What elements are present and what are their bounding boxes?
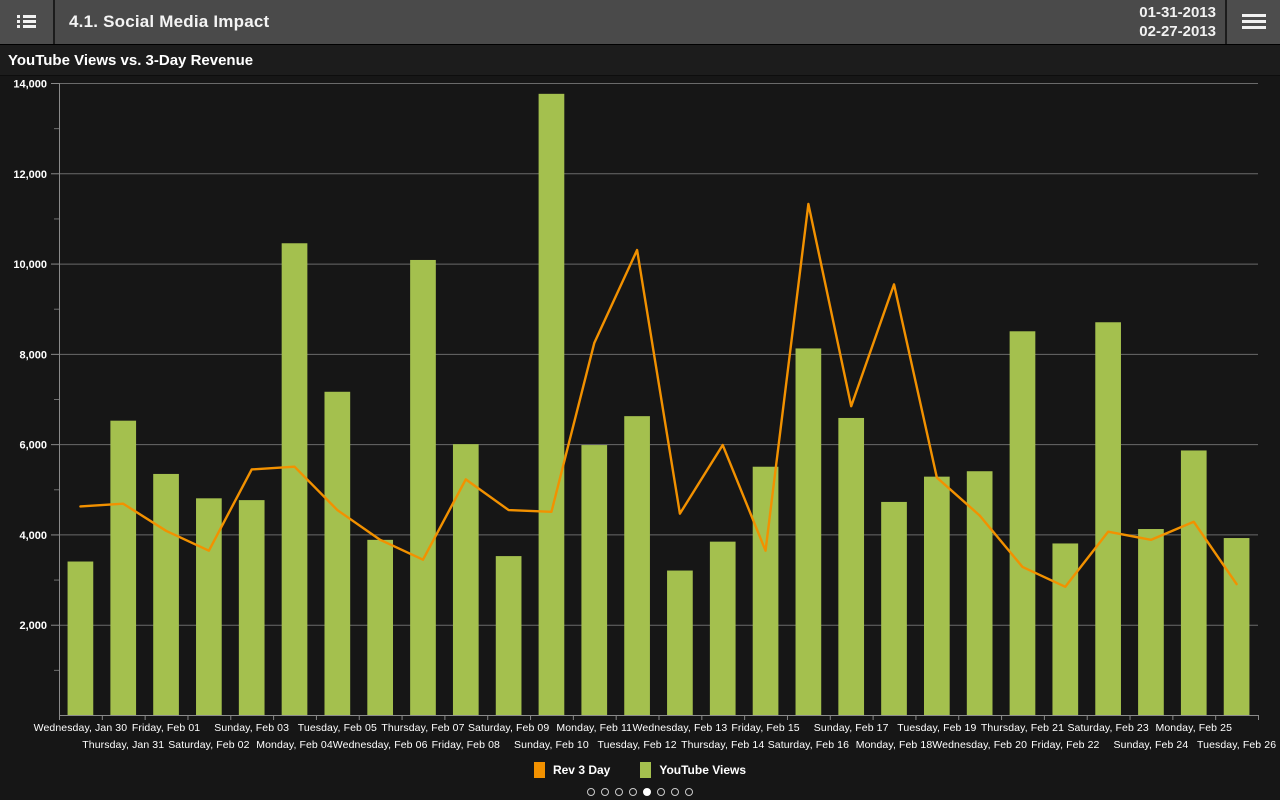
x-axis-label: Saturday, Feb 23 <box>1067 722 1149 734</box>
page-dot[interactable] <box>587 788 595 796</box>
page-title: 4.1. Social Media Impact <box>69 12 270 31</box>
page-dot[interactable] <box>643 788 651 796</box>
x-axis-label: Tuesday, Feb 05 <box>297 722 377 734</box>
x-axis-label: Monday, Feb 18 <box>855 739 933 751</box>
date-range-start: 01-31-2013 <box>1139 4 1216 21</box>
chart-legend: Rev 3 Day YouTube Views <box>0 760 1280 780</box>
bar[interactable] <box>1138 529 1164 715</box>
top-bar: 4.1. Social Media Impact 01-31-2013 02-2… <box>0 0 1280 45</box>
bar[interactable] <box>795 348 822 715</box>
chart-title: YouTube Views vs. 3-Day Revenue <box>0 45 1280 76</box>
x-axis-label: Tuesday, Feb 12 <box>597 739 677 751</box>
chart-svg: 2,000 4,000 6,000 8,000 10,000 12,000 14,000 <box>13 79 1259 720</box>
y-axis-tick-label: 10,000 <box>13 259 47 271</box>
x-axis-label: Wednesday, Feb 06 <box>332 739 428 751</box>
bar[interactable] <box>281 243 308 715</box>
bar[interactable] <box>923 476 950 715</box>
page-dot[interactable] <box>629 788 637 796</box>
y-axis-tick-label: 2,000 <box>19 620 47 632</box>
bar[interactable] <box>1180 450 1207 715</box>
bar[interactable] <box>838 417 865 715</box>
page-dot[interactable] <box>685 788 693 796</box>
green-square-icon <box>640 762 652 778</box>
x-axis-label: Monday, Feb 04 <box>256 739 333 751</box>
bar[interactable] <box>581 445 608 715</box>
x-axis-label: Saturday, Feb 09 <box>467 722 550 734</box>
x-axis-label: Thursday, Feb 07 <box>381 722 465 734</box>
x-axis-label: Thursday, Feb 21 <box>980 722 1065 734</box>
bar[interactable] <box>196 498 222 715</box>
bar[interactable] <box>1009 331 1036 715</box>
hamburger-icon <box>1241 14 1266 30</box>
date-range[interactable]: 01-31-2013 02-27-2013 <box>1139 0 1227 44</box>
page-indicator[interactable] <box>0 784 1280 800</box>
x-axis-label: Sunday, Feb 10 <box>514 739 589 751</box>
bar[interactable] <box>1052 543 1079 715</box>
bar[interactable] <box>1095 322 1121 715</box>
x-axis-label: Saturday, Feb 02 <box>168 739 250 751</box>
bar[interactable] <box>67 561 94 715</box>
x-axis-label: Wednesday, Feb 13 <box>632 722 728 734</box>
options-button[interactable] <box>1227 0 1280 44</box>
x-axis-label: Friday, Feb 08 <box>431 739 500 751</box>
app-root: 4.1. Social Media Impact 01-31-2013 02-2… <box>0 0 1280 800</box>
bar[interactable] <box>110 420 137 715</box>
bar[interactable] <box>1223 538 1250 715</box>
x-axis-label: Thursday, Feb 14 <box>681 739 765 751</box>
y-axis-tick-label: 8,000 <box>19 349 47 361</box>
x-axis-label: Monday, Feb 25 <box>1155 722 1233 734</box>
legend-label: Rev 3 Day <box>552 763 611 777</box>
x-axis-label: Saturday, Feb 16 <box>767 739 850 751</box>
page-dot[interactable] <box>615 788 623 796</box>
x-axis-label: Friday, Feb 01 <box>131 722 201 734</box>
y-axis-tick-label: 12,000 <box>13 169 47 181</box>
y-axis-tick-label: 6,000 <box>19 440 47 452</box>
x-axis-label: Sunday, Feb 24 <box>1113 739 1189 751</box>
x-axis-label: Tuesday, Feb 26 <box>1197 739 1277 751</box>
y-axis-tick-label: 14,000 <box>13 79 47 91</box>
x-axis-label: Friday, Feb 22 <box>1031 739 1100 751</box>
chart-plot-area[interactable]: 2,000 4,000 6,000 8,000 10,000 12,000 14,000 <box>0 77 1280 734</box>
x-axis-label: Monday, Feb 11 <box>556 722 633 734</box>
bar[interactable] <box>367 539 394 715</box>
page-dot[interactable] <box>601 788 609 796</box>
list-icon <box>16 15 37 29</box>
x-axis-label: Wednesday, Feb 20 <box>932 739 1028 751</box>
x-axis-label: Wednesday, Jan 30 <box>33 722 128 734</box>
bar[interactable] <box>709 541 736 715</box>
bar[interactable] <box>410 259 436 715</box>
page-dot[interactable] <box>671 788 679 796</box>
bar[interactable] <box>881 501 907 715</box>
page-dot[interactable] <box>657 788 665 796</box>
bar[interactable] <box>495 556 522 715</box>
legend-item[interactable]: Rev 3 Day <box>533 762 611 778</box>
bar[interactable] <box>752 466 779 715</box>
orange-square-icon <box>533 762 545 778</box>
bar[interactable] <box>624 416 650 715</box>
x-axis-label: Friday, Feb 15 <box>731 722 800 734</box>
legend-label: YouTube Views <box>659 763 747 777</box>
bar[interactable] <box>153 473 179 715</box>
bar[interactable] <box>238 500 265 715</box>
x-axis-label: Sunday, Feb 03 <box>214 722 290 734</box>
menu-button[interactable] <box>0 0 55 44</box>
x-axis-label: Sunday, Feb 17 <box>813 722 889 734</box>
date-range-end: 02-27-2013 <box>1139 23 1216 40</box>
x-axis-label: Tuesday, Feb 19 <box>897 722 977 734</box>
x-axis-label: Thursday, Jan 31 <box>82 739 165 751</box>
y-axis-tick-label: 4,000 <box>19 530 47 542</box>
bar[interactable] <box>324 391 351 715</box>
bar[interactable] <box>667 570 693 715</box>
legend-item[interactable]: YouTube Views <box>640 762 746 778</box>
bar[interactable] <box>538 93 565 715</box>
x-axis-labels: Wednesday, Jan 30 Thursday, Jan 31 Friday,… <box>0 720 1280 758</box>
